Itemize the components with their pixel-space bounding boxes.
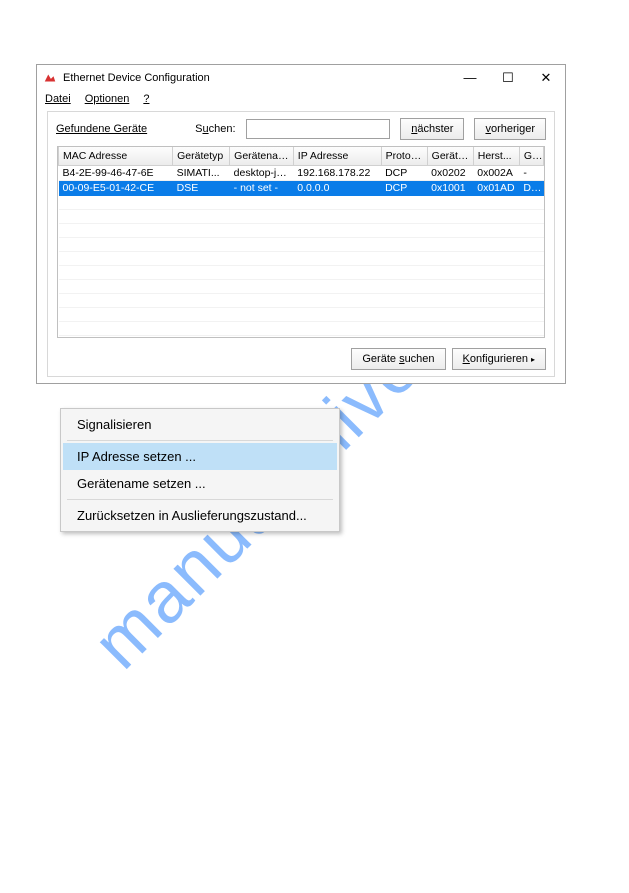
column-header[interactable]: G... xyxy=(519,147,543,165)
search-devices-button[interactable]: Geräte suchen xyxy=(351,348,445,370)
previous-button[interactable]: vorheriger xyxy=(474,118,546,140)
context-menu-item[interactable]: Signalisieren xyxy=(63,411,337,438)
table-row-empty xyxy=(59,223,544,237)
maximize-button[interactable]: ☐ xyxy=(489,65,527,91)
table-header-row: MAC AdresseGerätetypGerätenameIP Adresse… xyxy=(59,147,544,165)
table-cell: 0x1001 xyxy=(427,180,473,195)
context-menu-item[interactable]: IP Adresse setzen ... xyxy=(63,443,337,470)
table-cell: - xyxy=(519,165,543,180)
table-row-empty xyxy=(59,209,544,223)
menu-separator xyxy=(67,499,333,500)
table-cell: DSE xyxy=(173,180,230,195)
app-icon xyxy=(43,71,57,85)
table-cell: 0.0.0.0 xyxy=(293,180,381,195)
column-header[interactable]: Gerätename xyxy=(230,147,294,165)
table-row-empty xyxy=(59,307,544,321)
table-cell: D... xyxy=(519,180,543,195)
table-cell: B4-2E-99-46-47-6E xyxy=(59,165,173,180)
column-header[interactable]: IP Adresse xyxy=(293,147,381,165)
table-cell: - not set - xyxy=(230,180,294,195)
titlebar[interactable]: Ethernet Device Configuration — ☐ ✕ xyxy=(37,65,565,91)
table-cell: DCP xyxy=(381,165,427,180)
table-row[interactable]: 00-09-E5-01-42-CEDSE- not set -0.0.0.0DC… xyxy=(59,180,544,195)
column-header[interactable]: Protokoll xyxy=(381,147,427,165)
bottom-button-row: Geräte suchen Konfigurieren▸ xyxy=(56,348,546,370)
table-cell: 0x01AD xyxy=(473,180,519,195)
configure-button[interactable]: Konfigurieren▸ xyxy=(452,348,546,370)
found-devices-label: Gefundene Geräte xyxy=(56,123,147,135)
table-row-empty xyxy=(59,279,544,293)
table-row-empty xyxy=(59,293,544,307)
table-row-empty xyxy=(59,335,544,338)
table-row-empty xyxy=(59,251,544,265)
menu-help[interactable]: ? xyxy=(143,93,149,105)
table-row-empty xyxy=(59,265,544,279)
table-cell: desktop-jp... xyxy=(230,165,294,180)
column-header[interactable]: Gerätetyp xyxy=(173,147,230,165)
table-cell: 0x002A xyxy=(473,165,519,180)
close-button[interactable]: ✕ xyxy=(527,65,565,91)
table-cell: 0x0202 xyxy=(427,165,473,180)
search-input[interactable] xyxy=(246,119,391,139)
next-button[interactable]: nächster xyxy=(400,118,464,140)
window-title: Ethernet Device Configuration xyxy=(63,72,451,84)
device-table: MAC AdresseGerätetypGerätenameIP Adresse… xyxy=(58,147,544,338)
column-header[interactable]: Gerät ... xyxy=(427,147,473,165)
search-row: Gefundene Geräte Suchen: nächster vorher… xyxy=(56,118,546,140)
menu-file[interactable]: Datei xyxy=(45,93,71,105)
table-cell: SIMATI... xyxy=(173,165,230,180)
main-dialog: Ethernet Device Configuration — ☐ ✕ Date… xyxy=(36,64,566,384)
context-menu: Signalisieren IP Adresse setzen ...Geräte… xyxy=(60,408,340,532)
table-body: B4-2E-99-46-47-6ESIMATI...desktop-jp...1… xyxy=(59,165,544,338)
minimize-button[interactable]: — xyxy=(451,65,489,91)
device-table-container: MAC AdresseGerätetypGerätenameIP Adresse… xyxy=(57,146,545,338)
context-menu-item[interactable]: Zurücksetzen in Auslieferungszustand... xyxy=(63,502,337,529)
column-header[interactable]: Herst... xyxy=(473,147,519,165)
table-row[interactable]: B4-2E-99-46-47-6ESIMATI...desktop-jp...1… xyxy=(59,165,544,180)
toolbar-group: Gefundene Geräte Suchen: nächster vorher… xyxy=(47,111,555,377)
table-row-empty xyxy=(59,237,544,251)
table-cell: 192.168.178.22 xyxy=(293,165,381,180)
context-menu-item[interactable]: Gerätename setzen ... xyxy=(63,470,337,497)
column-header[interactable]: MAC Adresse xyxy=(59,147,173,165)
search-label: Suchen: xyxy=(195,123,235,135)
menubar: Datei Optionen ? xyxy=(37,91,565,109)
chevron-right-icon: ▸ xyxy=(531,355,535,364)
table-row-empty xyxy=(59,195,544,209)
table-cell: DCP xyxy=(381,180,427,195)
menu-separator xyxy=(67,440,333,441)
table-cell: 00-09-E5-01-42-CE xyxy=(59,180,173,195)
menu-options[interactable]: Optionen xyxy=(85,93,130,105)
table-row-empty xyxy=(59,321,544,335)
